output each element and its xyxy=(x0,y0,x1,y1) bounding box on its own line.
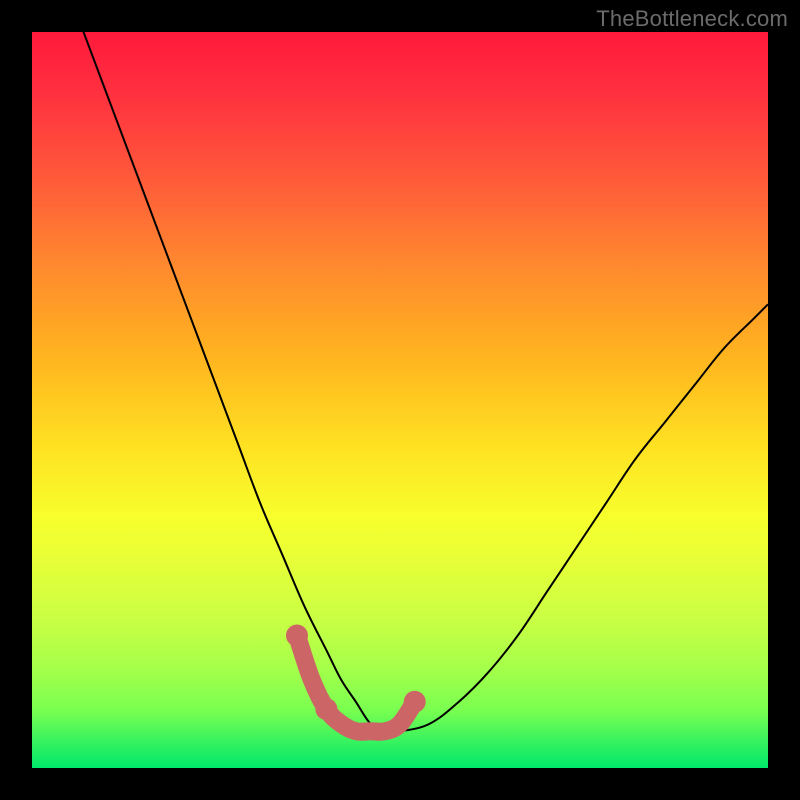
highlight-dot xyxy=(286,625,308,647)
chart-frame: TheBottleneck.com xyxy=(0,0,800,800)
chart-svg xyxy=(32,32,768,768)
plot-area xyxy=(32,32,768,768)
highlight-dot xyxy=(315,698,337,720)
highlight-dot xyxy=(404,691,426,713)
watermark-text: TheBottleneck.com xyxy=(596,6,788,32)
highlight-curve xyxy=(297,636,415,732)
bottleneck-curve xyxy=(84,32,768,732)
